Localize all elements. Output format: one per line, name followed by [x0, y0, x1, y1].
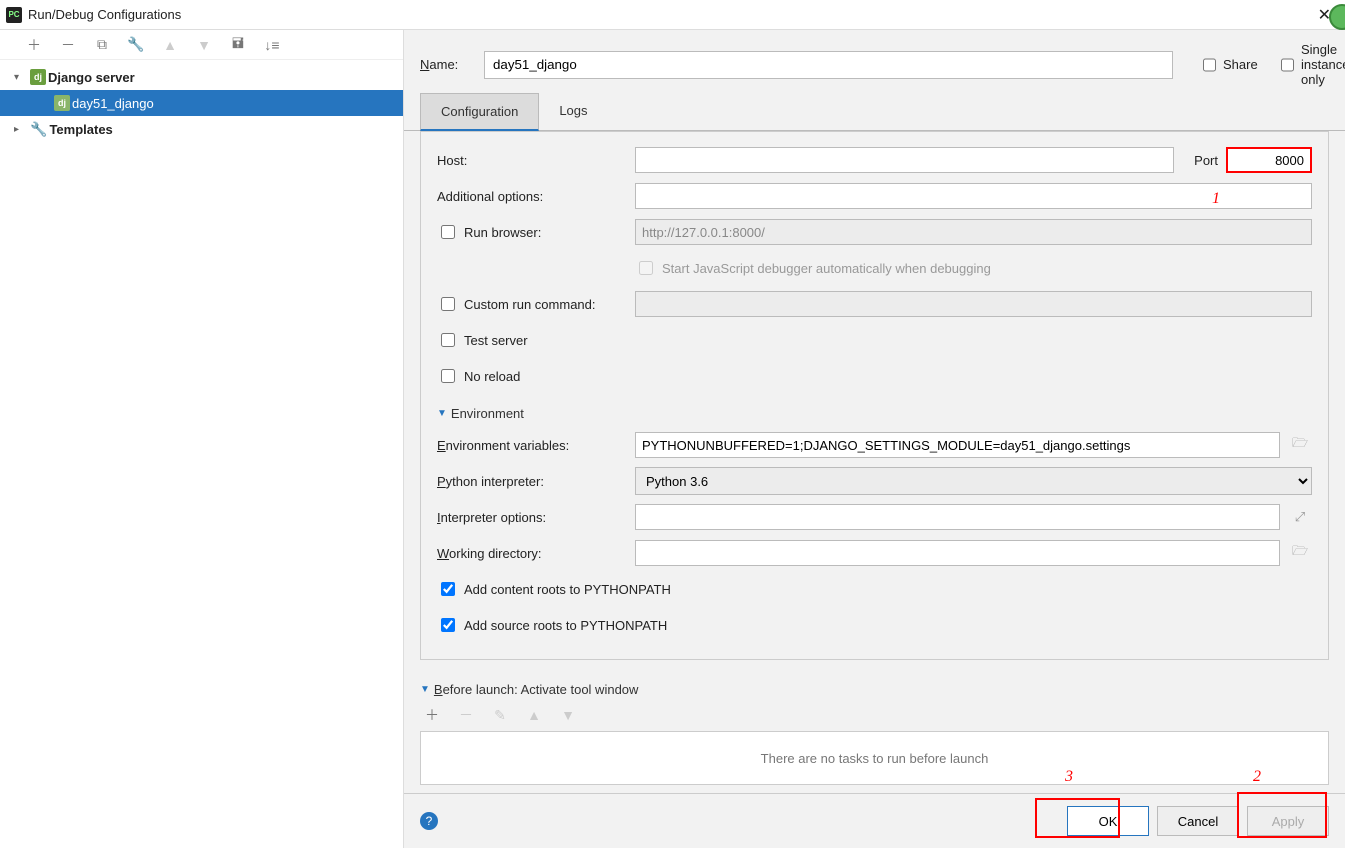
chevron-down-icon: ▼ — [420, 684, 430, 695]
add-icon[interactable]: ＋ — [424, 707, 440, 723]
run-browser-input — [635, 219, 1312, 245]
edit-icon[interactable]: ✎ — [492, 707, 508, 723]
remove-icon[interactable]: － — [60, 37, 76, 53]
tree-node-templates[interactable]: ▸ 🔧 Templates — [0, 116, 403, 142]
working-directory-label: Working directory: — [437, 546, 627, 561]
django-icon: dj — [54, 95, 70, 111]
down-icon[interactable]: ▼ — [560, 707, 576, 723]
add-source-roots-checkbox[interactable]: Add source roots to PYTHONPATH — [437, 615, 667, 635]
remove-icon[interactable]: － — [458, 707, 474, 723]
single-instance-checkbox[interactable]: Single instance only — [1277, 42, 1329, 87]
interpreter-options-label: Interpreter options: — [437, 510, 627, 525]
python-interpreter-select[interactable]: Python 3.6 — [635, 467, 1312, 495]
sort-icon[interactable]: ↓≡ — [264, 37, 280, 53]
titlebar: PC Run/Debug Configurations ✕ — [0, 0, 1345, 30]
chevron-right-icon: ▸ — [14, 124, 30, 135]
sidebar-toolbar: ＋ － ⧉ 🔧 ▲ ▼ 🖬 ↓≡ — [0, 30, 403, 60]
chevron-down-icon: ▼ — [437, 408, 447, 419]
name-label: Name: — [420, 57, 472, 72]
browse-icon[interactable]: 🗁 — [1288, 541, 1312, 565]
sidebar: ＋ － ⧉ 🔧 ▲ ▼ 🖬 ↓≡ ▾ dj Django server dj d… — [0, 30, 404, 848]
add-content-roots-checkbox[interactable]: Add content roots to PYTHONPATH — [437, 579, 671, 599]
help-icon[interactable]: ? — [420, 812, 438, 830]
run-browser-checkbox[interactable]: Run browser: — [437, 222, 541, 242]
config-panel: Host: Port Additional options: Run brows… — [420, 131, 1329, 660]
tab-logs[interactable]: Logs — [539, 93, 607, 130]
chevron-down-icon: ▾ — [14, 72, 30, 83]
env-vars-label: Environment variables: — [437, 438, 627, 453]
config-tree: ▾ dj Django server dj day51_django ▸ 🔧 T… — [0, 60, 403, 146]
tasks-empty-message: There are no tasks to run before launch — [420, 731, 1329, 785]
share-checkbox[interactable]: Share — [1199, 55, 1251, 75]
additional-options-input[interactable] — [635, 183, 1312, 209]
tab-configuration[interactable]: Configuration — [420, 93, 539, 131]
port-input[interactable] — [1226, 147, 1312, 173]
up-icon[interactable]: ▲ — [526, 707, 542, 723]
add-icon[interactable]: ＋ — [26, 37, 42, 53]
dialog-button-bar: ? OK Cancel Apply — [404, 793, 1345, 848]
custom-run-command-checkbox[interactable]: Custom run command: — [437, 294, 596, 314]
tree-label: Templates — [47, 122, 112, 137]
before-launch-header[interactable]: ▼ Before launch: Activate tool window — [420, 682, 1329, 697]
custom-run-command-input — [635, 291, 1312, 317]
name-row: Name: Share Single instance only — [404, 30, 1345, 93]
down-icon[interactable]: ▼ — [196, 37, 212, 53]
save-templates-icon[interactable]: 🖬 — [230, 37, 246, 53]
tree-label: Django server — [46, 70, 135, 85]
environment-header[interactable]: ▼ Environment — [437, 406, 1312, 421]
host-label: Host: — [437, 153, 627, 168]
additional-options-label: Additional options: — [437, 189, 627, 204]
window-title: Run/Debug Configurations — [28, 7, 1310, 22]
content-area: Name: Share Single instance only Configu… — [404, 30, 1345, 848]
expand-icon[interactable]: ⤢ — [1288, 505, 1312, 529]
port-label: Port — [1194, 153, 1218, 168]
tree-node-day51-django[interactable]: dj day51_django — [0, 90, 403, 116]
env-vars-input[interactable] — [635, 432, 1280, 458]
python-interpreter-label: Python interpreter: — [437, 474, 627, 489]
tree-node-django-server[interactable]: ▾ dj Django server — [0, 64, 403, 90]
cancel-button[interactable]: Cancel — [1157, 806, 1239, 836]
tabs: Configuration Logs — [404, 93, 1345, 131]
host-input[interactable] — [635, 147, 1174, 173]
test-server-checkbox[interactable]: Test server — [437, 330, 528, 350]
interpreter-options-input[interactable] — [635, 504, 1280, 530]
working-directory-input[interactable] — [635, 540, 1280, 566]
before-launch-toolbar: ＋ － ✎ ▲ ▼ — [420, 703, 1329, 727]
app-icon: PC — [6, 7, 22, 23]
apply-button[interactable]: Apply — [1247, 806, 1329, 836]
start-js-debugger-checkbox: Start JavaScript debugger automatically … — [635, 258, 991, 278]
wrench-icon: 🔧 — [30, 121, 47, 138]
ok-button[interactable]: OK — [1067, 806, 1149, 836]
browse-icon[interactable]: 🗁 — [1288, 433, 1312, 457]
name-input[interactable] — [484, 51, 1173, 79]
wrench-icon[interactable]: 🔧 — [128, 37, 144, 53]
django-icon: dj — [30, 69, 46, 85]
up-icon[interactable]: ▲ — [162, 37, 178, 53]
before-launch-panel: ▼ Before launch: Activate tool window ＋ … — [420, 660, 1329, 793]
no-reload-checkbox[interactable]: No reload — [437, 366, 520, 386]
copy-icon[interactable]: ⧉ — [94, 37, 110, 53]
tree-label: day51_django — [70, 96, 154, 111]
